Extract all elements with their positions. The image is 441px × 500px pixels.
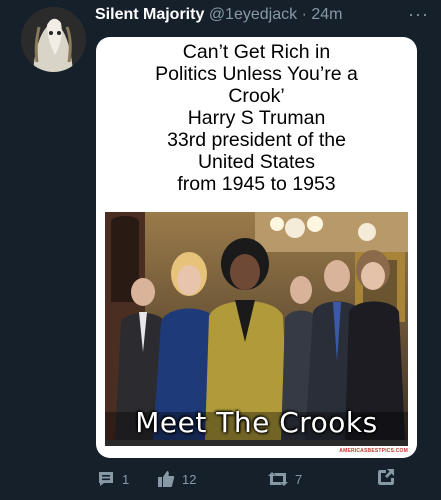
avatar-image xyxy=(21,7,86,72)
author-name[interactable]: Silent Majority xyxy=(95,6,204,23)
separator-dot: · xyxy=(301,6,307,23)
reply-icon xyxy=(99,472,113,486)
quote-line: Crook’ xyxy=(228,85,285,107)
like-button[interactable]: 12 xyxy=(156,469,196,489)
watermark: AMERICASBESTPICS.COM xyxy=(339,448,408,454)
tweet-header: Silent Majority @1eyedjack · 24m xyxy=(95,6,431,28)
meme-photo: Meet The Crooks xyxy=(105,212,408,440)
retweet-icon xyxy=(268,472,288,486)
quote-line: 33rd president of the xyxy=(167,129,346,151)
reply-button[interactable]: 1 xyxy=(96,469,129,489)
reply-count: 1 xyxy=(122,471,130,487)
share-icon xyxy=(378,469,394,485)
avatar[interactable] xyxy=(21,7,86,72)
meme-quote: Can’t Get Rich in Politics Unless You’re… xyxy=(96,37,417,215)
retweet-button[interactable]: 7 xyxy=(267,469,302,489)
retweet-count: 7 xyxy=(295,471,303,487)
quote-line: Politics Unless You’re a xyxy=(155,63,358,85)
quote-line: Harry S Truman xyxy=(187,107,326,129)
tweet-actions: 1 12 7 xyxy=(96,466,441,494)
quote-line: from 1945 to 1953 xyxy=(177,173,336,195)
tweet-media[interactable]: Can’t Get Rich in Politics Unless You’re… xyxy=(96,37,417,458)
like-count: 12 xyxy=(182,471,197,487)
photo-bottom-strip xyxy=(105,440,408,446)
like-icon xyxy=(158,471,175,487)
meme-caption: Meet The Crooks xyxy=(135,406,378,439)
quote-line: United States xyxy=(197,151,316,173)
author-handle[interactable]: @1eyedjack xyxy=(209,6,297,23)
share-button[interactable] xyxy=(376,467,402,487)
tweet-time[interactable]: 24m xyxy=(311,6,342,23)
more-icon[interactable]: ··· xyxy=(408,4,429,25)
quote-line: Can’t Get Rich in xyxy=(182,41,331,63)
